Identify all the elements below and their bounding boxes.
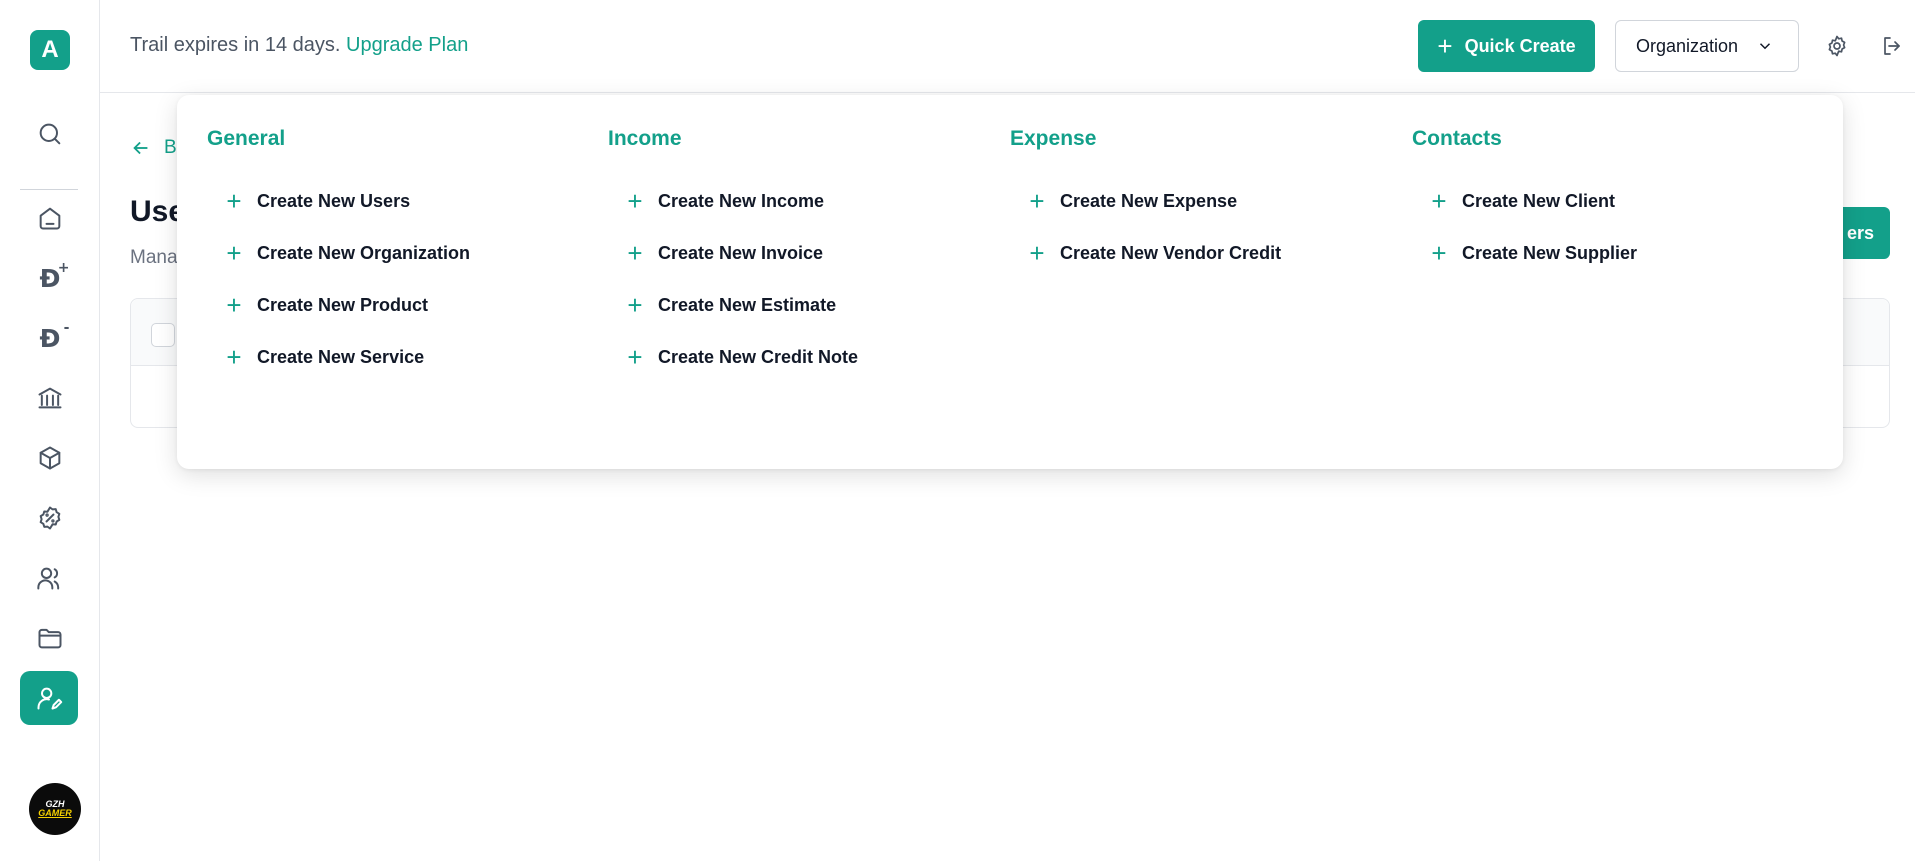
menu-item-label: Create New Product <box>257 294 429 315</box>
menu-item-label: Create New Expense <box>1060 190 1238 211</box>
create-new-organization-item[interactable]: + Create New Organization <box>207 223 607 283</box>
plus-icon: + <box>226 290 242 320</box>
plus-icon: + <box>226 238 242 268</box>
organization-label: Organization <box>1636 35 1739 56</box>
user-edit-icon[interactable] <box>20 671 78 725</box>
menu-item-label: Create New Invoice <box>658 242 824 263</box>
plus-icon: + <box>1029 238 1045 268</box>
quick-create-label: Quick Create <box>1464 35 1576 56</box>
folder-icon[interactable] <box>25 613 75 663</box>
expense-dirham-glyph: Đ- <box>39 319 70 353</box>
add-members-label: ers <box>1846 222 1874 243</box>
menu-column-expense: Expense + Create New Expense + Create New … <box>1010 127 1410 283</box>
create-new-credit-note-item[interactable]: + Create New Credit Note <box>608 327 1008 387</box>
sidebar: A Đ + Đ- GZH GAMER <box>0 0 100 861</box>
plus-icon: + <box>226 342 242 372</box>
plus-icon: + <box>627 342 643 372</box>
top-header: Trail expires in 14 days. Upgrade Plan +… <box>100 0 1915 93</box>
menu-item-label: Create New Estimate <box>658 294 837 315</box>
sidebar-divider <box>20 189 78 190</box>
home-icon[interactable] <box>25 193 75 243</box>
logout-icon[interactable] <box>1876 30 1908 62</box>
income-icon[interactable]: Đ + <box>25 253 75 303</box>
create-new-invoice-item[interactable]: + Create New Invoice <box>608 223 1008 283</box>
create-new-supplier-item[interactable]: + Create New Supplier <box>1412 223 1812 283</box>
menu-column-title: Income <box>608 127 682 150</box>
plus-icon: + <box>1029 186 1045 216</box>
quick-create-menu: General + Create New Users + Create New Or… <box>177 95 1843 469</box>
app-logo[interactable]: A <box>30 30 70 70</box>
organization-dropdown[interactable]: Organization <box>1615 20 1799 72</box>
plus-icon: + <box>627 238 643 268</box>
create-new-product-item[interactable]: + Create New Product <box>207 275 607 335</box>
expense-icon[interactable]: Đ- <box>25 313 75 363</box>
upgrade-plan-link[interactable]: Upgrade Plan <box>346 34 468 56</box>
plus-icon: + <box>627 186 643 216</box>
quick-create-button[interactable]: + Quick Create <box>1418 20 1595 72</box>
bank-icon[interactable] <box>25 373 75 423</box>
plus-icon: + <box>1431 186 1447 216</box>
create-new-client-item[interactable]: + Create New Client <box>1412 171 1812 231</box>
menu-item-label: Create New Client <box>1462 190 1616 211</box>
chevron-down-icon <box>1760 43 1771 50</box>
plus-icon: + <box>1437 31 1453 61</box>
avatar-text-bottom: GAMER <box>38 808 72 818</box>
create-new-expense-item[interactable]: + Create New Expense <box>1010 171 1410 231</box>
search-icon[interactable] <box>25 109 75 159</box>
create-new-service-item[interactable]: + Create New Service <box>207 327 607 387</box>
plus-icon: + <box>627 290 643 320</box>
arrow-left-icon <box>133 141 148 155</box>
menu-item-label: Create New Income <box>658 190 825 211</box>
users-icon[interactable] <box>25 553 75 603</box>
menu-column-title: Expense <box>1010 127 1097 150</box>
menu-item-label: Create New Credit Note <box>658 346 859 367</box>
avatar[interactable]: GZH GAMER <box>29 783 81 835</box>
trial-text: Trail expires in 14 days. <box>130 34 341 56</box>
plus-icon: + <box>226 186 242 216</box>
back-label: B <box>164 137 177 158</box>
page-subtitle: Mana <box>130 247 178 268</box>
menu-item-label: Create New Service <box>257 346 425 367</box>
create-new-estimate-item[interactable]: + Create New Estimate <box>608 275 1008 335</box>
menu-item-label: Create New Users <box>257 190 411 211</box>
plus-icon: + <box>1431 238 1447 268</box>
income-dirham-glyph: Đ + <box>39 259 70 293</box>
box-icon[interactable] <box>25 433 75 483</box>
menu-column-income: Income + Create New Income + Create New In… <box>608 127 1008 387</box>
menu-item-label: Create New Organization <box>257 242 471 263</box>
create-new-users-item[interactable]: + Create New Users <box>207 171 607 231</box>
back-link[interactable]: B <box>130 137 177 159</box>
create-new-income-item[interactable]: + Create New Income <box>608 171 1008 231</box>
menu-column-contacts: Contacts + Create New Client + Create New … <box>1412 127 1812 283</box>
menu-item-label: Create New Vendor Credit <box>1060 242 1282 263</box>
settings-icon[interactable] <box>1821 30 1853 62</box>
menu-column-title: Contacts <box>1412 127 1502 150</box>
trial-notice: Trail expires in 14 days. Upgrade Plan <box>130 34 468 57</box>
menu-column-general: General + Create New Users + Create New Or… <box>207 127 607 387</box>
menu-item-label: Create New Supplier <box>1462 242 1638 263</box>
select-all-checkbox[interactable] <box>151 323 175 347</box>
menu-column-title: General <box>207 127 286 150</box>
discount-icon[interactable] <box>25 493 75 543</box>
create-new-vendor-credit-item[interactable]: + Create New Vendor Credit <box>1010 223 1410 283</box>
